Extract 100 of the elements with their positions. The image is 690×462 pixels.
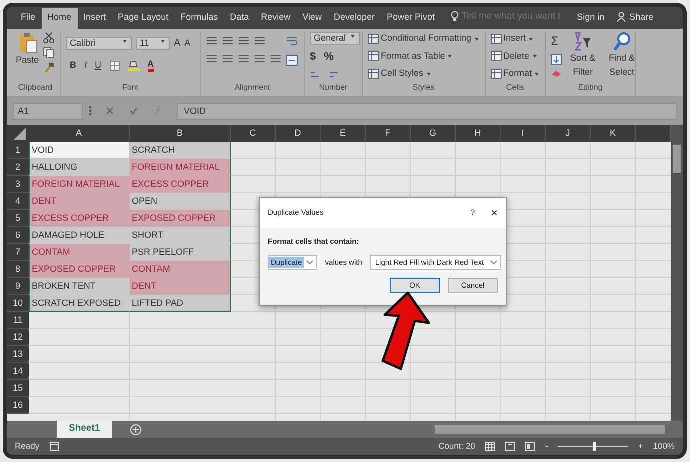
cell[interactable]: OPEN (130, 193, 231, 210)
cell[interactable]: SCRATCH EXPOSED (29, 295, 130, 312)
align-middle-icon[interactable] (222, 36, 234, 46)
row-header[interactable]: 8 (7, 261, 29, 278)
wrap-text-icon[interactable] (286, 36, 298, 47)
align-top-icon[interactable] (206, 36, 218, 46)
autosum-button[interactable]: Σ (551, 32, 562, 50)
cell[interactable]: LIFTED PAD (130, 295, 231, 312)
row-header[interactable]: 14 (7, 363, 29, 380)
borders-icon[interactable] (110, 60, 120, 71)
decrease-decimal-icon[interactable] (329, 70, 340, 78)
column-header[interactable]: C (231, 125, 276, 142)
ribbon-command[interactable]: Delete (490, 50, 540, 63)
sign-in-link[interactable]: Sign in (571, 8, 611, 29)
name-box[interactable]: A1 (13, 102, 83, 120)
row-header[interactable]: 13 (7, 346, 29, 363)
column-header[interactable]: H (456, 125, 501, 142)
macro-icon[interactable] (50, 442, 59, 451)
cancel-icon[interactable] (106, 107, 114, 115)
fill-color-icon[interactable] (128, 60, 140, 72)
merge-icon[interactable] (286, 55, 298, 66)
grow-font-button[interactable]: A (174, 36, 181, 51)
font-size-dropdown[interactable]: 11 (136, 37, 170, 50)
page-layout-icon[interactable] (505, 442, 516, 451)
column-header[interactable]: J (546, 125, 591, 142)
align-center-icon[interactable] (222, 54, 234, 64)
font-color-button[interactable]: A (148, 60, 154, 72)
column-header[interactable]: D (276, 125, 321, 142)
normal-view-icon[interactable] (485, 442, 496, 451)
number-format-dropdown[interactable]: General (310, 32, 360, 45)
row-header[interactable]: 3 (7, 176, 29, 193)
ribbon-tab[interactable]: Insert (78, 8, 112, 29)
fill-down-icon[interactable] (551, 54, 562, 65)
column-header[interactable]: F (366, 125, 411, 142)
italic-button[interactable]: I (84, 59, 88, 72)
scissors-icon[interactable] (43, 32, 56, 43)
sort-filter-button[interactable]: Sort & Filter (566, 32, 600, 82)
increase-decimal-icon[interactable] (310, 70, 321, 78)
vertical-scrollbar[interactable] (671, 125, 683, 421)
ribbon-tab[interactable]: Formulas (174, 8, 224, 29)
ribbon-command[interactable]: Cell Styles (368, 67, 480, 80)
share-button[interactable]: Share (610, 8, 660, 29)
ribbon-command[interactable]: Format as Table (368, 50, 480, 63)
align-left-icon[interactable] (206, 54, 218, 64)
sheet-tab[interactable]: Sheet1 (57, 421, 112, 438)
find-select-button[interactable]: Find & Select (604, 32, 640, 82)
zoom-out-button[interactable]: - (545, 440, 548, 453)
cell[interactable]: SCRATCH (130, 142, 231, 159)
select-all-icon[interactable] (7, 125, 29, 142)
shrink-font-button[interactable]: A (184, 36, 191, 50)
row-header[interactable]: 12 (7, 329, 29, 346)
cell[interactable]: PSR PEELOFF (130, 244, 231, 261)
row-header[interactable]: 6 (7, 227, 29, 244)
add-sheet-icon[interactable] (130, 424, 142, 436)
underline-button[interactable]: U (95, 59, 102, 72)
row-header[interactable]: 11 (7, 312, 29, 329)
row-header[interactable]: 1 (7, 142, 29, 159)
align-right-icon[interactable] (238, 54, 250, 64)
zoom-slider-thumb[interactable] (593, 442, 596, 451)
page-break-icon[interactable] (525, 442, 536, 451)
row-header[interactable]: 10 (7, 295, 29, 312)
column-header[interactable]: I (501, 125, 546, 142)
scrollbar-thumb[interactable] (673, 145, 681, 173)
column-header[interactable]: G (411, 125, 456, 142)
paintbrush-icon[interactable] (43, 62, 56, 73)
font-name-dropdown[interactable]: Calibri (66, 37, 132, 50)
copy-icon[interactable] (43, 47, 56, 58)
bold-button[interactable]: B (70, 59, 76, 72)
percent-button[interactable]: % (324, 49, 334, 66)
cell[interactable]: BROKEN TENT (29, 278, 130, 295)
column-header[interactable]: B (130, 125, 231, 142)
currency-button[interactable]: $ (310, 49, 316, 66)
paste-button[interactable]: Paste (16, 32, 40, 82)
column-header[interactable]: A (29, 125, 130, 142)
ribbon-tab[interactable]: Power Pivot (381, 8, 442, 29)
ribbon-command[interactable]: Insert (490, 32, 540, 46)
ribbon-command[interactable]: Conditional Formatting (368, 32, 480, 46)
align-bottom-icon[interactable] (238, 36, 250, 46)
row-header[interactable]: 2 (7, 159, 29, 176)
cell[interactable]: SHORT (130, 227, 231, 244)
enter-icon[interactable] (130, 107, 138, 115)
horizontal-scrollbar[interactable] (435, 425, 665, 434)
column-header[interactable]: K (591, 125, 636, 142)
ribbon-tab[interactable]: File (15, 8, 42, 29)
close-button[interactable]: × (490, 204, 498, 222)
eraser-icon[interactable] (551, 69, 562, 78)
row-header[interactable]: 5 (7, 210, 29, 227)
cell[interactable]: VOID (29, 142, 130, 159)
cell[interactable]: DAMAGED HOLE (29, 227, 130, 244)
ribbon-tab[interactable]: Page Layout (112, 8, 175, 29)
zoom-in-button[interactable]: + (638, 440, 644, 453)
column-header[interactable]: E (321, 125, 366, 142)
row-header[interactable]: 16 (7, 397, 29, 414)
row-header[interactable]: 4 (7, 193, 29, 210)
ribbon-tab[interactable]: Developer (328, 8, 382, 29)
ribbon-command[interactable]: Format (490, 67, 540, 80)
ribbon-tab[interactable]: View (296, 8, 328, 29)
row-header[interactable]: 15 (7, 380, 29, 397)
row-header[interactable]: 9 (7, 278, 29, 295)
ribbon-tab[interactable]: Review (255, 8, 297, 29)
